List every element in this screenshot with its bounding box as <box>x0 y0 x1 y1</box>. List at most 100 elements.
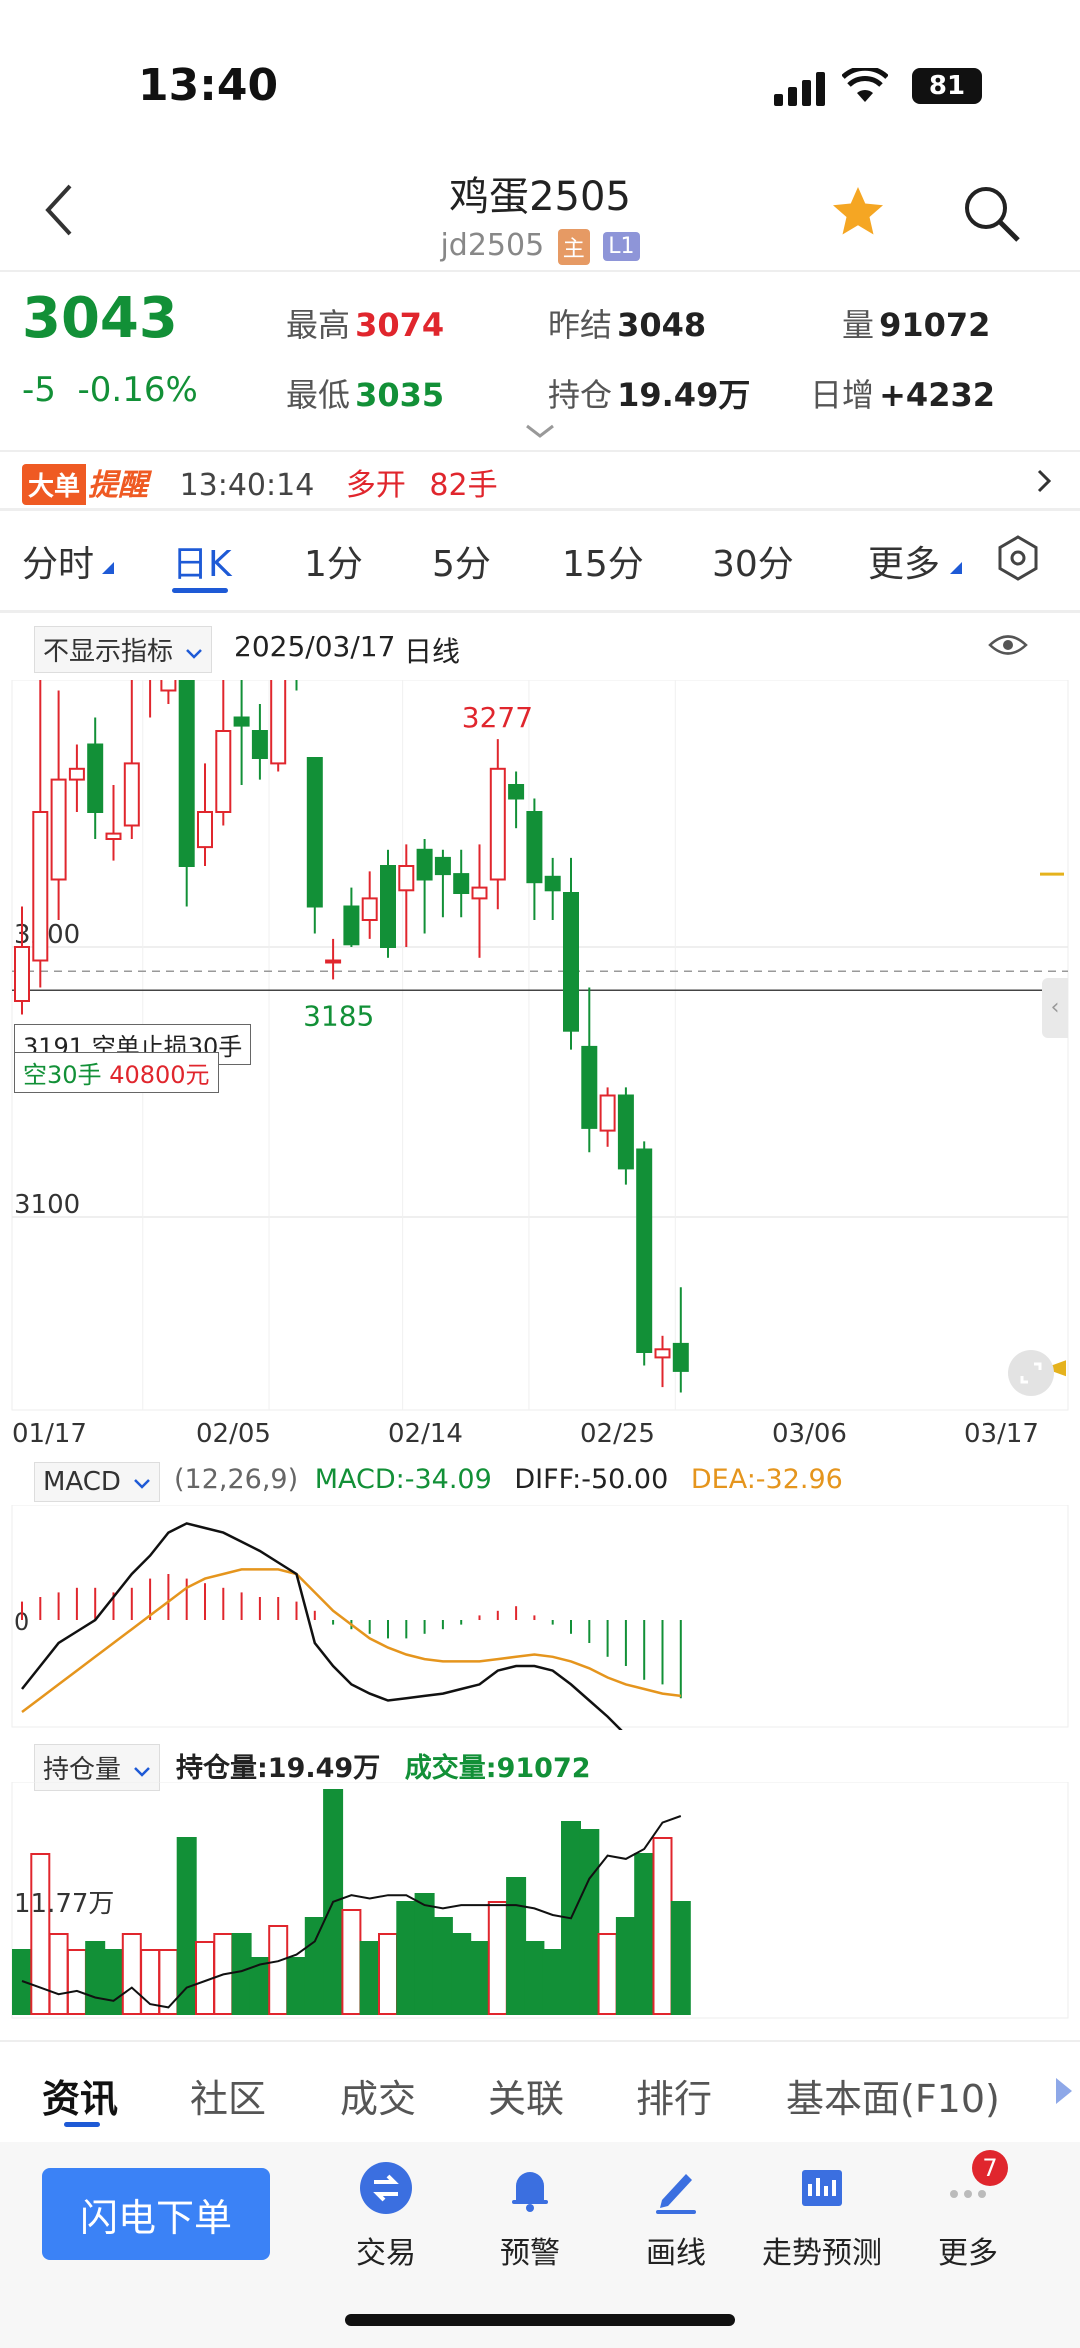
candle <box>251 704 268 780</box>
candle <box>599 1087 616 1147</box>
candle <box>398 844 415 947</box>
bell-icon[interactable] <box>460 2160 600 2220</box>
home-indicator[interactable] <box>345 2314 735 2326</box>
volume-bar <box>579 1829 600 2015</box>
candle-body <box>87 743 104 813</box>
more-triangle-icon <box>948 560 964 580</box>
tab-timeshare[interactable]: 分时 <box>22 535 94 587</box>
trade-icon[interactable] <box>316 2160 456 2220</box>
kline-x-tick: 02/25 <box>580 1419 655 1449</box>
candle <box>654 1335 671 1388</box>
flash-order-button[interactable]: 闪电下单 <box>42 2168 270 2260</box>
oi-volume-chart[interactable]: 11.77万 <box>0 1782 1080 2020</box>
volume-bar <box>652 1837 673 2015</box>
macd-value: MACD:-34.09 <box>314 1464 492 1495</box>
volume-bar <box>670 1901 691 2015</box>
high-label: 最高 <box>286 306 351 344</box>
more-label[interactable]: 更多 <box>898 2228 1038 2272</box>
volume-bar <box>304 1917 325 2015</box>
candle-body <box>343 905 360 946</box>
candle <box>325 938 342 980</box>
signal-icon <box>774 72 826 110</box>
candle <box>32 680 49 988</box>
tab-fundamentals[interactable]: 基本面(F10) <box>786 2068 1000 2123</box>
candle-body <box>508 784 525 800</box>
tab-5min[interactable]: 5分 <box>432 535 491 587</box>
tabs-scroll-right-icon[interactable] <box>1054 2076 1074 2110</box>
candle <box>197 763 213 866</box>
candle-body <box>599 1094 616 1132</box>
news-tab-underline <box>64 2122 100 2127</box>
position-label[interactable]: 空30手 40800元 <box>14 1052 219 1093</box>
alert-label[interactable]: 预警 <box>460 2228 600 2272</box>
candle <box>416 839 433 934</box>
more-dots-icon[interactable] <box>898 2160 1038 2220</box>
candle-body <box>581 1045 598 1129</box>
kline-x-tick: 03/17 <box>964 1419 1039 1449</box>
candle-body <box>233 716 250 727</box>
eye-icon[interactable] <box>988 630 1028 664</box>
oi-values: 持仓量:19.49万 成交量:91072 <box>176 1746 591 1785</box>
indicator-select[interactable]: 不显示指标 <box>34 626 213 673</box>
prev-settle-value: 3048 <box>617 306 707 344</box>
active-tab-underline <box>172 588 228 593</box>
tab-ranking[interactable]: 排行 <box>636 2068 712 2123</box>
chart-collapse-handle[interactable]: ‹ <box>1042 978 1068 1038</box>
level-tag: L1 <box>603 232 640 261</box>
quote-divider <box>0 450 1080 452</box>
low-label: 最低 <box>286 376 351 414</box>
expand-chevron-icon[interactable] <box>524 422 556 444</box>
big-order-alert[interactable]: 大单 提醒 13:40:14 多开 82手 <box>22 460 498 505</box>
tab-more[interactable]: 更多 <box>868 535 940 587</box>
candle-body <box>50 778 67 881</box>
indicator-select-label: 不显示指标 <box>43 637 174 667</box>
candle-body <box>489 767 506 881</box>
candle <box>617 1087 634 1185</box>
tab-trades[interactable]: 成交 <box>340 2068 416 2123</box>
star-icon[interactable] <box>828 182 888 246</box>
diff-value: DIFF:-50.00 <box>514 1464 669 1495</box>
candle-body <box>526 811 543 884</box>
remind-tag: 提醒 <box>88 468 149 503</box>
tab-related[interactable]: 关联 <box>488 2068 564 2123</box>
draw-label[interactable]: 画线 <box>606 2228 746 2272</box>
macd-select[interactable]: MACD <box>34 1462 161 1502</box>
high-value: 3074 <box>355 306 445 344</box>
wifi-icon <box>841 65 889 108</box>
pen-icon[interactable] <box>606 2160 746 2220</box>
candle-body <box>617 1094 634 1170</box>
fullscreen-icon[interactable] <box>1008 1350 1054 1396</box>
candle <box>489 739 506 910</box>
macd-chart[interactable]: 0 <box>0 1505 1080 1730</box>
candle <box>453 849 470 918</box>
candle <box>581 987 598 1153</box>
tab-community[interactable]: 社区 <box>190 2068 266 2123</box>
tabs-divider <box>0 610 1080 613</box>
candle-body <box>105 832 122 841</box>
alert-time: 13:40:14 <box>179 468 315 503</box>
alert-lots: 82手 <box>429 468 498 503</box>
tab-15min[interactable]: 15分 <box>562 535 644 587</box>
search-icon[interactable] <box>960 182 1022 248</box>
tab-1min[interactable]: 1分 <box>304 535 363 587</box>
settings-hexagon-icon[interactable] <box>994 534 1042 586</box>
main-contract-tag: 主 <box>557 228 590 265</box>
candle-body <box>544 875 561 892</box>
candle <box>149 680 152 718</box>
tab-daily-k[interactable]: 日K <box>172 535 232 587</box>
forecast-icon[interactable] <box>752 2160 892 2220</box>
tab-30min[interactable]: 30分 <box>712 535 794 587</box>
candle <box>306 757 323 934</box>
trade-label[interactable]: 交易 <box>316 2228 456 2272</box>
contract-code-row: jd2505 主 L1 <box>0 228 1080 265</box>
candle-body <box>14 946 30 1002</box>
dea-value: DEA:-32.96 <box>690 1464 843 1495</box>
battery-icon: 81 <box>912 68 982 104</box>
chevron-right-icon[interactable] <box>1036 468 1052 498</box>
candle <box>672 1287 689 1393</box>
tab-news[interactable]: 资讯 <box>42 2068 118 2123</box>
candle <box>508 771 525 829</box>
last-price: 3043 <box>22 286 178 351</box>
volume-bar <box>414 1893 435 2015</box>
forecast-label[interactable]: 走势预测 <box>752 2228 892 2272</box>
